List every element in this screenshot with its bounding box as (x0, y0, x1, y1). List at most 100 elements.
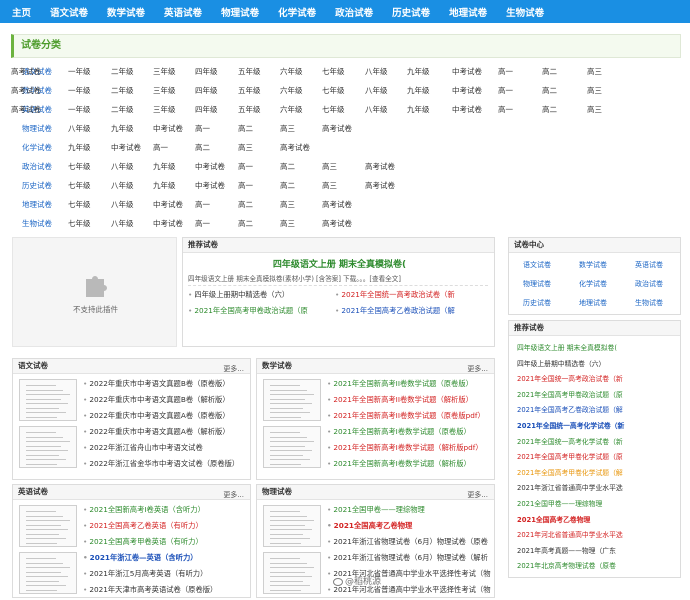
more-link[interactable]: 更多... (223, 488, 244, 502)
paper-link[interactable]: • 2022年重庆市中考语文真题B卷（原卷版） (83, 379, 248, 389)
category-link[interactable]: 九年级 (153, 180, 176, 191)
category-link[interactable]: 二年级 (111, 66, 134, 77)
category-link[interactable]: 高考试卷 (11, 85, 41, 96)
exam-center-link[interactable]: 政治试卷 (635, 279, 663, 289)
side-recommend-link[interactable]: 2021全国高考乙卷物理 (517, 514, 677, 524)
exam-center-link[interactable]: 语文试卷 (523, 260, 551, 270)
category-link[interactable]: 高考试卷 (322, 199, 352, 210)
recommend-summary[interactable]: 四年级语文上册 期末全真模拟卷(素材小学) [含答案] 下载。。。[查看全文] (188, 273, 488, 283)
category-link[interactable]: 高一 (498, 66, 513, 77)
category-link[interactable]: 高一 (238, 180, 253, 191)
category-subject[interactable]: 生物试卷 (22, 218, 52, 229)
category-link[interactable]: 高一 (195, 123, 210, 134)
nav-item-0[interactable]: 主页 (12, 5, 31, 19)
nav-item-3[interactable]: 英语试卷 (164, 5, 202, 19)
category-link[interactable]: 高二 (238, 218, 253, 229)
category-link[interactable]: 六年级 (280, 85, 303, 96)
category-link[interactable]: 高考试卷 (322, 218, 352, 229)
category-link[interactable]: 高二 (238, 123, 253, 134)
side-recommend-link[interactable]: 2021年全国高考甲卷化学试题（原 (517, 451, 677, 461)
paper-link[interactable]: • 2021年浙江省物理试卷（6月）物理试卷（原卷 (327, 537, 492, 547)
category-link[interactable]: 高一 (498, 85, 513, 96)
category-link[interactable]: 九年级 (407, 66, 430, 77)
category-link[interactable]: 三年级 (153, 104, 176, 115)
category-link[interactable]: 九年级 (407, 104, 430, 115)
category-link[interactable]: 四年级 (195, 85, 218, 96)
category-link[interactable]: 高三 (322, 161, 337, 172)
category-link[interactable]: 高二 (238, 199, 253, 210)
side-recommend-link[interactable]: 2021年河北省普通高中学业水平选 (517, 529, 677, 539)
paper-link[interactable]: • 2021年全国新高考II卷数学试题（解析版） (327, 395, 492, 405)
paper-link[interactable]: • 2022年重庆市中考语文真题A卷（解析版） (83, 427, 248, 437)
category-link[interactable]: 高二 (280, 180, 295, 191)
category-link[interactable]: 八年级 (111, 199, 134, 210)
exam-center-link[interactable]: 数学试卷 (579, 260, 607, 270)
category-link[interactable]: 高二 (542, 85, 557, 96)
paper-link[interactable]: • 2021年全国新高考II卷数学试题（原卷版） (327, 379, 492, 389)
category-link[interactable]: 中考试卷 (195, 161, 225, 172)
nav-item-6[interactable]: 政治试卷 (335, 5, 373, 19)
side-recommend-link[interactable]: 2021年全国高考甲卷政治试题（原 (517, 389, 677, 399)
category-link[interactable]: 五年级 (238, 85, 261, 96)
paper-link[interactable]: • 2021年全国新高考I卷数学试题（解析版） (327, 459, 492, 469)
category-link[interactable]: 一年级 (68, 66, 91, 77)
category-link[interactable]: 九年级 (68, 142, 91, 153)
paper-link[interactable]: • 2022年重庆市中考语文真题B卷（解析版） (83, 395, 248, 405)
paper-link[interactable]: • 2021年全国新高考II卷数学试题（原卷版pdf） (327, 411, 492, 421)
paper-link[interactable]: • 2021全国新高考I卷英语（含听力） (83, 505, 248, 515)
category-link[interactable]: 二年级 (111, 85, 134, 96)
category-link[interactable]: 高三 (280, 123, 295, 134)
nav-item-5[interactable]: 化学试卷 (278, 5, 316, 19)
category-link[interactable]: 七年级 (68, 161, 91, 172)
category-link[interactable]: 高二 (195, 142, 210, 153)
paper-link[interactable]: • 2021年浙江省物理试卷（6月）物理试卷（解析 (327, 553, 492, 563)
category-link[interactable]: 高考试卷 (280, 142, 310, 153)
category-link[interactable]: 中考试卷 (452, 85, 482, 96)
category-link[interactable]: 高考试卷 (11, 104, 41, 115)
category-link[interactable]: 中考试卷 (452, 104, 482, 115)
side-recommend-link[interactable]: 2021年全国统一高考化学试卷（新 (517, 436, 677, 446)
exam-center-link[interactable]: 地理试卷 (579, 298, 607, 308)
category-subject[interactable]: 政治试卷 (22, 161, 52, 172)
category-link[interactable]: 九年级 (407, 85, 430, 96)
paper-thumbnail[interactable] (263, 505, 321, 547)
exam-center-link[interactable]: 历史试卷 (523, 298, 551, 308)
category-link[interactable]: 高二 (542, 66, 557, 77)
category-link[interactable]: 九年级 (111, 123, 134, 134)
category-link[interactable]: 高一 (153, 142, 168, 153)
category-link[interactable]: 高一 (238, 161, 253, 172)
nav-item-8[interactable]: 地理试卷 (449, 5, 487, 19)
category-link[interactable]: 七年级 (322, 66, 345, 77)
side-recommend-link[interactable]: 2021年高考真题——物理（广东 (517, 545, 677, 555)
category-link[interactable]: 一年级 (68, 85, 91, 96)
category-link[interactable]: 高考试卷 (322, 123, 352, 134)
paper-thumbnail[interactable] (19, 426, 77, 468)
category-link[interactable]: 高考试卷 (11, 66, 41, 77)
category-link[interactable]: 高考试卷 (365, 161, 395, 172)
paper-thumbnail[interactable] (19, 379, 77, 421)
category-link[interactable]: 六年级 (280, 104, 303, 115)
category-link[interactable]: 三年级 (153, 85, 176, 96)
side-recommend-link[interactable]: 2021全国甲卷——理综物理 (517, 498, 677, 508)
category-subject[interactable]: 物理试卷 (22, 123, 52, 134)
nav-item-9[interactable]: 生物试卷 (506, 5, 544, 19)
category-link[interactable]: 中考试卷 (153, 199, 183, 210)
category-link[interactable]: 中考试卷 (195, 180, 225, 191)
category-link[interactable]: 八年级 (68, 123, 91, 134)
paper-link[interactable]: • 2021全国高考乙卷物理 (327, 521, 492, 531)
category-link[interactable]: 中考试卷 (153, 218, 183, 229)
more-link[interactable]: 更多... (223, 362, 244, 376)
paper-link[interactable]: • 2021全国高考乙卷英语（有听力） (83, 521, 248, 531)
category-link[interactable]: 高考试卷 (365, 180, 395, 191)
category-link[interactable]: 八年级 (111, 180, 134, 191)
side-recommend-link[interactable]: 2021年全国高考甲卷化学试题（解 (517, 467, 677, 477)
category-link[interactable]: 八年级 (365, 85, 388, 96)
category-link[interactable]: 高三 (587, 85, 602, 96)
category-link[interactable]: 四年级 (195, 66, 218, 77)
category-link[interactable]: 七年级 (68, 199, 91, 210)
category-link[interactable]: 高二 (542, 104, 557, 115)
category-link[interactable]: 七年级 (322, 104, 345, 115)
recommend-link[interactable]: • 四年级上册期中精选卷（六） (188, 290, 333, 300)
exam-center-link[interactable]: 生物试卷 (635, 298, 663, 308)
recommend-link[interactable]: • 2021年全国高考乙卷政治试题（解 (335, 306, 480, 316)
